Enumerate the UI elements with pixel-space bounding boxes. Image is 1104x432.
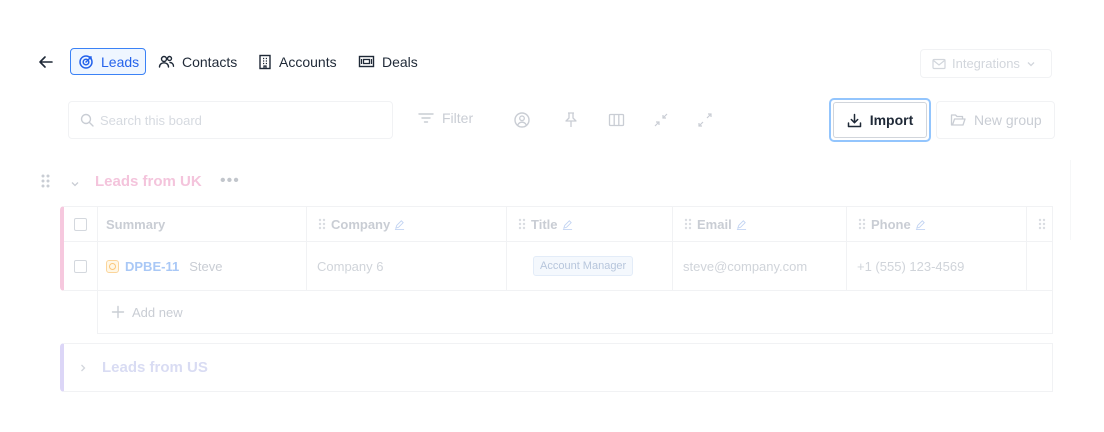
drag-handle-icon bbox=[1038, 218, 1046, 230]
group-title[interactable]: Leads from US bbox=[102, 359, 208, 376]
person-filter-icon[interactable] bbox=[512, 110, 532, 130]
filter-label: Filter bbox=[442, 110, 474, 126]
mail-icon bbox=[932, 58, 946, 69]
collapse-icon[interactable] bbox=[651, 110, 671, 130]
search-icon bbox=[80, 113, 94, 127]
title-cell[interactable]: Account Manager bbox=[507, 242, 673, 290]
chevron-down-icon[interactable] bbox=[70, 176, 80, 194]
filter-icon bbox=[418, 113, 434, 123]
tab-label: Accounts bbox=[279, 53, 337, 70]
tab-deals[interactable]: Deals bbox=[358, 48, 418, 75]
tab-accounts[interactable]: Accounts bbox=[258, 48, 337, 75]
lead-name: Steve bbox=[189, 258, 223, 274]
phone-cell[interactable]: +1 (555) 123-4569 bbox=[847, 242, 1027, 290]
column-header-phone[interactable]: Phone bbox=[847, 207, 1027, 241]
users-icon bbox=[158, 55, 175, 68]
folder-icon bbox=[950, 114, 966, 126]
column-header-title[interactable]: Title bbox=[507, 207, 673, 241]
more-icon[interactable]: ••• bbox=[220, 172, 240, 190]
column-header-summary[interactable]: Summary bbox=[98, 207, 307, 241]
email-value: steve@company.com bbox=[683, 258, 808, 274]
search-input[interactable]: Search this board bbox=[68, 101, 393, 139]
column-label: Phone bbox=[871, 216, 911, 232]
pencil-icon bbox=[736, 219, 746, 230]
new-group-button[interactable]: New group bbox=[936, 101, 1055, 139]
chevron-right-icon[interactable] bbox=[78, 363, 88, 373]
integrations-label: Integrations bbox=[952, 56, 1020, 71]
drag-handle-icon[interactable] bbox=[40, 173, 50, 194]
pencil-icon bbox=[562, 219, 572, 230]
tab-contacts[interactable]: Contacts bbox=[158, 48, 237, 75]
expand-icon[interactable] bbox=[695, 110, 715, 130]
import-button[interactable]: Import bbox=[829, 98, 931, 142]
group-collapsed[interactable]: Leads from US bbox=[60, 343, 1053, 392]
column-label: Summary bbox=[106, 216, 166, 232]
column-label: Company bbox=[331, 216, 391, 232]
money-icon bbox=[358, 55, 375, 68]
lead-id-link[interactable]: DPBE-11 bbox=[125, 259, 179, 274]
add-new-label: Add new bbox=[132, 304, 183, 320]
company-value: Company 6 bbox=[317, 258, 384, 274]
column-header-email[interactable]: Email bbox=[673, 207, 847, 241]
chevron-down-icon bbox=[1027, 61, 1035, 66]
filter-button[interactable]: Filter bbox=[418, 110, 473, 126]
tab-label: Leads bbox=[101, 53, 140, 70]
scrollbar[interactable] bbox=[1070, 160, 1078, 240]
columns-icon[interactable] bbox=[606, 110, 626, 130]
back-arrow-icon[interactable] bbox=[36, 52, 56, 72]
table-header-row: Summary Company Title Email Phone bbox=[64, 207, 1052, 242]
new-group-label: New group bbox=[974, 112, 1042, 128]
pencil-icon bbox=[395, 219, 405, 230]
company-cell[interactable]: Company 6 bbox=[307, 242, 507, 290]
email-cell[interactable]: steve@company.com bbox=[673, 242, 847, 290]
drag-handle-icon bbox=[858, 218, 866, 230]
title-badge: Account Manager bbox=[533, 256, 634, 276]
summary-cell[interactable]: DPBE-11 Steve bbox=[98, 242, 307, 290]
drag-handle-icon bbox=[518, 218, 526, 230]
column-header-company[interactable]: Company bbox=[307, 207, 507, 241]
column-header-more[interactable] bbox=[1027, 207, 1053, 241]
column-label: Title bbox=[531, 216, 558, 232]
import-label: Import bbox=[869, 112, 914, 128]
row-checkbox[interactable] bbox=[64, 242, 98, 290]
group-title[interactable]: Leads from UK bbox=[95, 173, 202, 190]
tab-label: Contacts bbox=[182, 53, 238, 70]
extra-cell[interactable] bbox=[1027, 242, 1053, 290]
integrations-button[interactable]: Integrations bbox=[920, 49, 1052, 78]
download-icon bbox=[847, 113, 861, 127]
leads-table: Summary Company Title Email Phone DPBE-1… bbox=[60, 206, 1053, 291]
drag-handle-icon bbox=[318, 218, 326, 230]
tab-leads[interactable]: Leads bbox=[70, 48, 146, 75]
drag-handle-icon bbox=[684, 218, 692, 230]
target-icon bbox=[79, 54, 93, 69]
search-placeholder: Search this board bbox=[100, 112, 202, 128]
phone-value: +1 (555) 123-4569 bbox=[857, 258, 965, 274]
board-nav: Leads Contacts Accounts Deals Integratio… bbox=[0, 44, 1104, 80]
add-new-row-button[interactable]: Add new bbox=[97, 291, 1053, 334]
tab-label: Deals bbox=[382, 53, 418, 70]
group-header: Leads from UK ••• bbox=[40, 170, 340, 194]
select-all-checkbox[interactable] bbox=[64, 207, 98, 241]
table-row[interactable]: DPBE-11 Steve Company 6 Account Manager … bbox=[64, 242, 1052, 290]
building-icon bbox=[259, 54, 271, 69]
column-label: Email bbox=[697, 216, 732, 232]
pencil-icon bbox=[915, 219, 925, 230]
lead-icon bbox=[106, 259, 119, 273]
pin-icon[interactable] bbox=[561, 110, 581, 130]
board-toolbar: Search this board Filter Import New grou… bbox=[0, 98, 1104, 142]
plus-icon bbox=[111, 305, 125, 319]
